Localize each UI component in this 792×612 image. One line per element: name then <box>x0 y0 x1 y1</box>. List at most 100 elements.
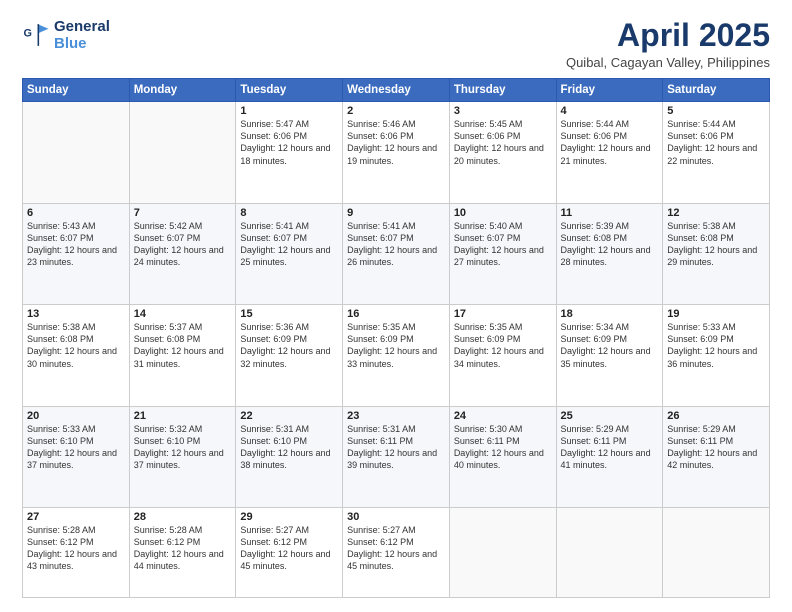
logo-icon: G <box>22 21 50 49</box>
day-number: 16 <box>347 308 445 320</box>
day-number: 15 <box>240 308 338 320</box>
day-info: Sunrise: 5:40 AM Sunset: 6:07 PM Dayligh… <box>454 220 552 269</box>
day-number: 12 <box>667 207 765 219</box>
day-number: 10 <box>454 207 552 219</box>
day-number: 19 <box>667 308 765 320</box>
table-row: 14Sunrise: 5:37 AM Sunset: 6:08 PM Dayli… <box>129 305 236 406</box>
table-row: 26Sunrise: 5:29 AM Sunset: 6:11 PM Dayli… <box>663 406 770 507</box>
day-info: Sunrise: 5:33 AM Sunset: 6:10 PM Dayligh… <box>27 423 125 472</box>
col-wednesday: Wednesday <box>343 79 450 102</box>
table-row: 27Sunrise: 5:28 AM Sunset: 6:12 PM Dayli… <box>23 508 130 598</box>
table-row: 17Sunrise: 5:35 AM Sunset: 6:09 PM Dayli… <box>449 305 556 406</box>
day-info: Sunrise: 5:29 AM Sunset: 6:11 PM Dayligh… <box>667 423 765 472</box>
header: G General Blue April 2025 Quibal, Cagaya… <box>22 18 770 70</box>
col-tuesday: Tuesday <box>236 79 343 102</box>
table-row: 24Sunrise: 5:30 AM Sunset: 6:11 PM Dayli… <box>449 406 556 507</box>
calendar-title: April 2025 <box>566 18 770 53</box>
day-info: Sunrise: 5:41 AM Sunset: 6:07 PM Dayligh… <box>347 220 445 269</box>
day-number: 5 <box>667 105 765 117</box>
day-number: 30 <box>347 511 445 523</box>
table-row <box>129 102 236 203</box>
day-info: Sunrise: 5:47 AM Sunset: 6:06 PM Dayligh… <box>240 118 338 167</box>
day-info: Sunrise: 5:34 AM Sunset: 6:09 PM Dayligh… <box>561 321 659 370</box>
day-info: Sunrise: 5:41 AM Sunset: 6:07 PM Dayligh… <box>240 220 338 269</box>
day-info: Sunrise: 5:44 AM Sunset: 6:06 PM Dayligh… <box>561 118 659 167</box>
day-number: 4 <box>561 105 659 117</box>
table-row: 23Sunrise: 5:31 AM Sunset: 6:11 PM Dayli… <box>343 406 450 507</box>
day-info: Sunrise: 5:38 AM Sunset: 6:08 PM Dayligh… <box>667 220 765 269</box>
day-number: 23 <box>347 410 445 422</box>
day-info: Sunrise: 5:35 AM Sunset: 6:09 PM Dayligh… <box>347 321 445 370</box>
day-number: 22 <box>240 410 338 422</box>
table-row: 5Sunrise: 5:44 AM Sunset: 6:06 PM Daylig… <box>663 102 770 203</box>
calendar-week-row: 27Sunrise: 5:28 AM Sunset: 6:12 PM Dayli… <box>23 508 770 598</box>
day-info: Sunrise: 5:37 AM Sunset: 6:08 PM Dayligh… <box>134 321 232 370</box>
day-number: 1 <box>240 105 338 117</box>
day-info: Sunrise: 5:32 AM Sunset: 6:10 PM Dayligh… <box>134 423 232 472</box>
table-row: 13Sunrise: 5:38 AM Sunset: 6:08 PM Dayli… <box>23 305 130 406</box>
day-info: Sunrise: 5:28 AM Sunset: 6:12 PM Dayligh… <box>134 524 232 573</box>
day-number: 6 <box>27 207 125 219</box>
day-info: Sunrise: 5:43 AM Sunset: 6:07 PM Dayligh… <box>27 220 125 269</box>
day-info: Sunrise: 5:31 AM Sunset: 6:11 PM Dayligh… <box>347 423 445 472</box>
day-number: 3 <box>454 105 552 117</box>
table-row: 30Sunrise: 5:27 AM Sunset: 6:12 PM Dayli… <box>343 508 450 598</box>
table-row: 7Sunrise: 5:42 AM Sunset: 6:07 PM Daylig… <box>129 203 236 304</box>
table-row: 8Sunrise: 5:41 AM Sunset: 6:07 PM Daylig… <box>236 203 343 304</box>
calendar-week-row: 1Sunrise: 5:47 AM Sunset: 6:06 PM Daylig… <box>23 102 770 203</box>
day-number: 8 <box>240 207 338 219</box>
day-number: 25 <box>561 410 659 422</box>
col-sunday: Sunday <box>23 79 130 102</box>
logo-text: General Blue <box>54 18 110 53</box>
day-info: Sunrise: 5:28 AM Sunset: 6:12 PM Dayligh… <box>27 524 125 573</box>
table-row: 9Sunrise: 5:41 AM Sunset: 6:07 PM Daylig… <box>343 203 450 304</box>
table-row: 28Sunrise: 5:28 AM Sunset: 6:12 PM Dayli… <box>129 508 236 598</box>
day-info: Sunrise: 5:36 AM Sunset: 6:09 PM Dayligh… <box>240 321 338 370</box>
day-number: 13 <box>27 308 125 320</box>
calendar-table: Sunday Monday Tuesday Wednesday Thursday… <box>22 78 770 598</box>
day-number: 9 <box>347 207 445 219</box>
calendar-week-row: 6Sunrise: 5:43 AM Sunset: 6:07 PM Daylig… <box>23 203 770 304</box>
table-row <box>556 508 663 598</box>
col-thursday: Thursday <box>449 79 556 102</box>
page: G General Blue April 2025 Quibal, Cagaya… <box>0 0 792 612</box>
day-info: Sunrise: 5:42 AM Sunset: 6:07 PM Dayligh… <box>134 220 232 269</box>
table-row <box>663 508 770 598</box>
day-number: 28 <box>134 511 232 523</box>
day-number: 11 <box>561 207 659 219</box>
day-info: Sunrise: 5:39 AM Sunset: 6:08 PM Dayligh… <box>561 220 659 269</box>
day-info: Sunrise: 5:33 AM Sunset: 6:09 PM Dayligh… <box>667 321 765 370</box>
calendar-subtitle: Quibal, Cagayan Valley, Philippines <box>566 55 770 70</box>
day-info: Sunrise: 5:30 AM Sunset: 6:11 PM Dayligh… <box>454 423 552 472</box>
day-info: Sunrise: 5:45 AM Sunset: 6:06 PM Dayligh… <box>454 118 552 167</box>
table-row: 6Sunrise: 5:43 AM Sunset: 6:07 PM Daylig… <box>23 203 130 304</box>
day-number: 26 <box>667 410 765 422</box>
table-row: 1Sunrise: 5:47 AM Sunset: 6:06 PM Daylig… <box>236 102 343 203</box>
day-number: 17 <box>454 308 552 320</box>
day-info: Sunrise: 5:31 AM Sunset: 6:10 PM Dayligh… <box>240 423 338 472</box>
calendar-week-row: 20Sunrise: 5:33 AM Sunset: 6:10 PM Dayli… <box>23 406 770 507</box>
day-info: Sunrise: 5:27 AM Sunset: 6:12 PM Dayligh… <box>347 524 445 573</box>
day-info: Sunrise: 5:29 AM Sunset: 6:11 PM Dayligh… <box>561 423 659 472</box>
table-row: 19Sunrise: 5:33 AM Sunset: 6:09 PM Dayli… <box>663 305 770 406</box>
day-info: Sunrise: 5:44 AM Sunset: 6:06 PM Dayligh… <box>667 118 765 167</box>
table-row: 10Sunrise: 5:40 AM Sunset: 6:07 PM Dayli… <box>449 203 556 304</box>
table-row: 12Sunrise: 5:38 AM Sunset: 6:08 PM Dayli… <box>663 203 770 304</box>
table-row: 4Sunrise: 5:44 AM Sunset: 6:06 PM Daylig… <box>556 102 663 203</box>
table-row <box>23 102 130 203</box>
logo: G General Blue <box>22 18 110 53</box>
day-info: Sunrise: 5:27 AM Sunset: 6:12 PM Dayligh… <box>240 524 338 573</box>
table-row: 29Sunrise: 5:27 AM Sunset: 6:12 PM Dayli… <box>236 508 343 598</box>
calendar-header-row: Sunday Monday Tuesday Wednesday Thursday… <box>23 79 770 102</box>
table-row: 25Sunrise: 5:29 AM Sunset: 6:11 PM Dayli… <box>556 406 663 507</box>
day-info: Sunrise: 5:35 AM Sunset: 6:09 PM Dayligh… <box>454 321 552 370</box>
day-number: 21 <box>134 410 232 422</box>
day-number: 20 <box>27 410 125 422</box>
table-row: 20Sunrise: 5:33 AM Sunset: 6:10 PM Dayli… <box>23 406 130 507</box>
day-number: 27 <box>27 511 125 523</box>
table-row: 16Sunrise: 5:35 AM Sunset: 6:09 PM Dayli… <box>343 305 450 406</box>
svg-text:G: G <box>24 28 32 40</box>
table-row: 11Sunrise: 5:39 AM Sunset: 6:08 PM Dayli… <box>556 203 663 304</box>
table-row: 2Sunrise: 5:46 AM Sunset: 6:06 PM Daylig… <box>343 102 450 203</box>
table-row: 3Sunrise: 5:45 AM Sunset: 6:06 PM Daylig… <box>449 102 556 203</box>
